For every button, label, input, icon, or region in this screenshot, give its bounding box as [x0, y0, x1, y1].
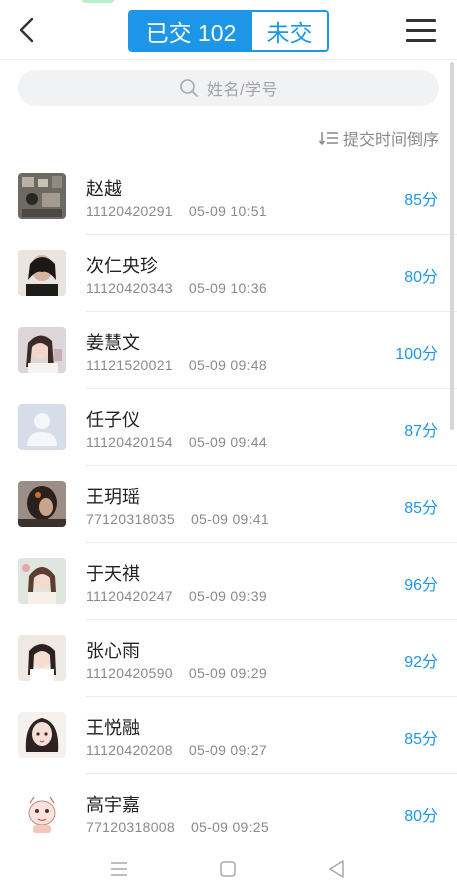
avatar	[18, 635, 66, 681]
avatar	[18, 712, 66, 758]
student-list: 赵越 11120420291 05-09 10:51 85分 次仁央珍 11120…	[0, 158, 457, 851]
search-placeholder: 姓名/学号	[207, 82, 278, 99]
score: 87分	[404, 423, 438, 440]
chevron-left-icon	[19, 17, 34, 43]
student-row[interactable]: 任子仪 11120420154 05-09 09:44 87分	[0, 389, 457, 466]
score: 85分	[404, 500, 438, 517]
avatar	[18, 250, 66, 296]
student-id: 11120420343	[86, 280, 173, 296]
student-name: 任子仪	[86, 410, 140, 430]
student-name: 次仁央珍	[86, 256, 158, 276]
submit-time: 05-09 09:39	[188, 588, 267, 604]
student-id: 11120420247	[86, 588, 173, 604]
submit-time: 05-09 10:51	[188, 203, 267, 219]
avatar	[18, 789, 66, 835]
menu-icon	[406, 19, 436, 22]
student-meta: 11120420291 05-09 10:51	[86, 203, 267, 219]
score: 96分	[404, 577, 438, 594]
student-meta: 11120420343 05-09 10:36	[86, 280, 267, 296]
student-name: 高宇嘉	[86, 795, 140, 815]
menu-lines-icon	[111, 862, 127, 876]
top-bar: 已交 102 未交	[0, 0, 457, 60]
student-name: 姜慧文	[86, 333, 140, 353]
sort-descending-icon	[318, 132, 338, 146]
score: 92分	[404, 654, 438, 671]
student-name: 赵越	[86, 179, 122, 199]
sort-label: 提交时间倒序	[342, 132, 439, 149]
submit-time: 05-09 09:48	[188, 357, 267, 373]
student-row[interactable]: 王悦融 11120420208 05-09 09:27 85分	[0, 697, 457, 774]
student-id: 11120420590	[86, 665, 173, 681]
submit-time: 05-09 09:44	[188, 434, 267, 450]
student-name: 王玥瑶	[86, 487, 140, 507]
system-nav-bar	[0, 848, 457, 893]
sort-button[interactable]: 提交时间倒序	[318, 127, 439, 149]
square-icon	[220, 861, 236, 877]
student-id: 11120420291	[86, 203, 173, 219]
triangle-back-icon	[329, 860, 344, 878]
avatar	[18, 558, 66, 604]
student-row[interactable]: 姜慧文 11121520021 05-09 09:48 100分	[0, 312, 457, 389]
submit-time: 05-09 10:36	[188, 280, 267, 296]
student-row[interactable]: 于天祺 11120420247 05-09 09:39 96分	[0, 543, 457, 620]
student-meta: 11120420590 05-09 09:29	[86, 665, 267, 681]
student-meta: 11120420154 05-09 09:44	[86, 434, 267, 450]
submit-time: 05-09 09:29	[188, 665, 267, 681]
student-id: 11120420208	[86, 742, 173, 758]
back-nav-button[interactable]	[325, 858, 349, 880]
student-meta: 11121520021 05-09 09:48	[86, 357, 267, 373]
search-input[interactable]: 姓名/学号	[18, 70, 439, 106]
avatar	[18, 327, 66, 373]
avatar	[18, 404, 66, 450]
student-meta: 77120318035 05-09 09:41	[86, 511, 269, 527]
score: 85分	[404, 192, 438, 209]
score: 80分	[404, 808, 438, 825]
score: 85分	[404, 731, 438, 748]
student-name: 于天祺	[86, 564, 140, 584]
student-id: 77120318035	[86, 511, 175, 527]
student-name: 王悦融	[86, 718, 140, 738]
student-meta: 77120318008 05-09 09:25	[86, 819, 269, 835]
home-button[interactable]	[216, 858, 240, 880]
student-meta: 11120420208 05-09 09:27	[86, 742, 267, 758]
score: 80分	[404, 269, 438, 286]
student-id: 11121520021	[86, 357, 173, 373]
scrollbar[interactable]	[450, 62, 454, 430]
student-row[interactable]: 赵越 11120420291 05-09 10:51 85分	[0, 158, 457, 235]
student-row[interactable]: 张心雨 11120420590 05-09 09:29 92分	[0, 620, 457, 697]
submit-time: 05-09 09:41	[190, 511, 269, 527]
score: 100分	[395, 346, 438, 363]
student-id: 11120420154	[86, 434, 173, 450]
search-icon	[180, 79, 198, 97]
submit-time: 05-09 09:27	[188, 742, 267, 758]
default-avatar-icon	[18, 404, 66, 450]
menu-button[interactable]	[406, 19, 436, 43]
student-meta: 11120420247 05-09 09:39	[86, 588, 267, 604]
student-name: 张心雨	[86, 641, 140, 661]
tab-unsubmitted[interactable]: 未交	[252, 12, 327, 50]
tab-submitted[interactable]: 已交 102	[130, 12, 252, 50]
back-button[interactable]	[14, 15, 40, 45]
student-row[interactable]: 王玥瑶 77120318035 05-09 09:41 85分	[0, 466, 457, 543]
student-row[interactable]: 高宇嘉 77120318008 05-09 09:25 80分	[0, 774, 457, 851]
student-id: 77120318008	[86, 819, 175, 835]
submit-time: 05-09 09:25	[190, 819, 269, 835]
avatar	[18, 173, 66, 219]
avatar	[18, 481, 66, 527]
recent-apps-button[interactable]	[107, 858, 131, 880]
student-row[interactable]: 次仁央珍 11120420343 05-09 10:36 80分	[0, 235, 457, 312]
submission-toggle: 已交 102 未交	[128, 10, 329, 52]
